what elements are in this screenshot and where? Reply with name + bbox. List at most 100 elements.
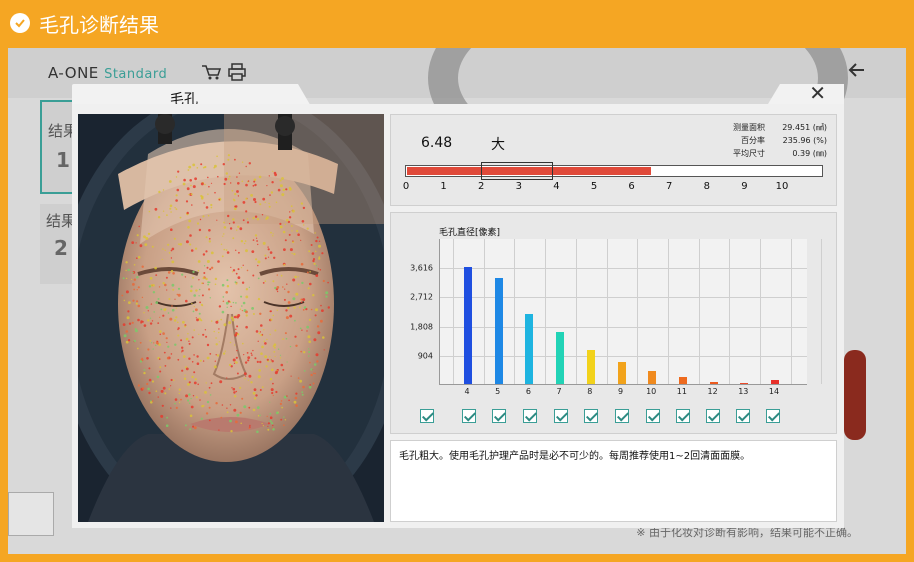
series-checkbox[interactable] bbox=[706, 409, 720, 423]
pore-dot bbox=[235, 328, 237, 330]
histogram-panel: 毛孔直径[像素] 904 1,808 2,712 3,616 4 5 6 7 8 9 10 11 12… bbox=[390, 212, 837, 434]
scale-tick-label: 6 bbox=[628, 181, 635, 192]
pore-dot bbox=[149, 322, 153, 325]
pore-dot bbox=[242, 342, 244, 345]
pore-dot bbox=[168, 251, 171, 254]
pore-dot bbox=[275, 201, 278, 204]
pore-dot bbox=[306, 325, 310, 329]
pore-dot bbox=[206, 356, 210, 360]
series-checkbox[interactable] bbox=[646, 409, 660, 423]
pore-dot bbox=[255, 330, 259, 333]
pore-dot bbox=[167, 312, 170, 314]
pore-dot bbox=[279, 354, 282, 356]
pore-dot bbox=[252, 391, 256, 395]
series-checkbox[interactable] bbox=[615, 409, 629, 423]
pore-dot bbox=[195, 308, 198, 312]
pore-score: 6.48 bbox=[421, 135, 453, 151]
close-button[interactable]: ✕ bbox=[809, 83, 826, 103]
pore-dot bbox=[246, 269, 249, 272]
pore-dot bbox=[136, 289, 138, 291]
pore-dot bbox=[313, 338, 317, 342]
series-checkbox[interactable] bbox=[584, 409, 598, 423]
pore-dot bbox=[258, 175, 262, 179]
pore-dot bbox=[188, 340, 190, 342]
histogram-bar bbox=[617, 362, 626, 384]
pore-dot bbox=[152, 348, 154, 350]
pore-dot bbox=[193, 329, 195, 331]
pore-dot bbox=[188, 357, 191, 360]
pore-dot bbox=[307, 287, 310, 290]
pore-dot bbox=[209, 394, 212, 396]
pore-dot bbox=[249, 424, 251, 427]
pore-dot bbox=[266, 415, 268, 418]
pore-dot bbox=[230, 305, 232, 308]
pore-dot bbox=[280, 418, 283, 421]
pore-dot bbox=[291, 252, 293, 254]
pore-dot bbox=[187, 383, 190, 386]
series-checkbox[interactable] bbox=[523, 409, 537, 423]
pore-dot bbox=[203, 265, 206, 267]
pore-dot bbox=[202, 360, 205, 362]
scale-tick-label: 9 bbox=[741, 181, 748, 192]
pore-dot bbox=[175, 194, 178, 197]
header-icons[interactable] bbox=[200, 62, 260, 86]
pore-dot bbox=[288, 233, 291, 236]
pore-dot bbox=[294, 275, 297, 279]
pore-dot bbox=[299, 379, 302, 383]
pore-dot bbox=[240, 422, 242, 425]
printer-icon bbox=[228, 63, 246, 81]
series-checkbox[interactable] bbox=[462, 409, 476, 423]
pore-dot bbox=[279, 179, 282, 182]
pore-dot bbox=[223, 323, 227, 327]
pore-dot bbox=[162, 210, 165, 212]
pore-dot bbox=[199, 218, 202, 221]
pore-dot bbox=[204, 329, 207, 331]
select-all-checkbox[interactable] bbox=[420, 409, 434, 423]
series-checkbox[interactable] bbox=[492, 409, 506, 423]
pore-dot bbox=[125, 269, 127, 272]
series-checkbox[interactable] bbox=[736, 409, 750, 423]
pore-dot bbox=[251, 354, 253, 356]
pore-dot bbox=[196, 167, 199, 169]
pore-dot bbox=[239, 411, 242, 414]
pore-dot bbox=[289, 248, 293, 252]
pore-dot bbox=[231, 271, 234, 273]
logo-main: A-ONE bbox=[48, 64, 99, 82]
pore-dot bbox=[146, 357, 149, 360]
grid-line-v bbox=[453, 239, 454, 384]
pore-dot bbox=[248, 162, 251, 165]
pore-dot bbox=[185, 240, 189, 244]
pore-dot bbox=[206, 266, 209, 269]
series-checkbox[interactable] bbox=[676, 409, 690, 423]
pore-dot bbox=[170, 228, 173, 231]
series-checkbox[interactable] bbox=[766, 409, 780, 423]
pore-dot bbox=[199, 301, 201, 304]
pore-dot bbox=[282, 286, 284, 288]
app-logo: A-ONE Standard bbox=[48, 64, 167, 82]
pore-dot bbox=[214, 164, 217, 168]
series-checkbox[interactable] bbox=[554, 409, 568, 423]
pore-dot bbox=[288, 399, 290, 402]
pore-result-dialog: 毛孔 ✕ 6.48 大 测量面积 29.451 (㎟) 百分率 235.96 (… bbox=[72, 83, 844, 528]
pore-dot bbox=[165, 276, 168, 279]
pore-dot bbox=[181, 273, 184, 276]
pore-dot bbox=[187, 169, 190, 171]
pore-dot bbox=[284, 419, 287, 421]
pore-dot bbox=[133, 278, 136, 281]
histogram-bar bbox=[525, 313, 534, 384]
pore-dot bbox=[320, 304, 322, 307]
pore-dot bbox=[162, 332, 165, 335]
pore-dot bbox=[166, 356, 170, 360]
pore-dot bbox=[217, 260, 220, 263]
pore-dot bbox=[314, 314, 317, 317]
pore-dot bbox=[254, 357, 257, 360]
pore-dot bbox=[137, 304, 141, 308]
pore-dot bbox=[205, 412, 209, 415]
pore-dot bbox=[202, 277, 205, 280]
pore-dot bbox=[239, 386, 242, 389]
pore-dot bbox=[131, 321, 134, 324]
pore-dot bbox=[157, 396, 159, 398]
back-arrow-icon[interactable] bbox=[848, 60, 866, 84]
pore-dot bbox=[183, 377, 187, 380]
y-tick-label: 1,808 bbox=[410, 322, 433, 332]
